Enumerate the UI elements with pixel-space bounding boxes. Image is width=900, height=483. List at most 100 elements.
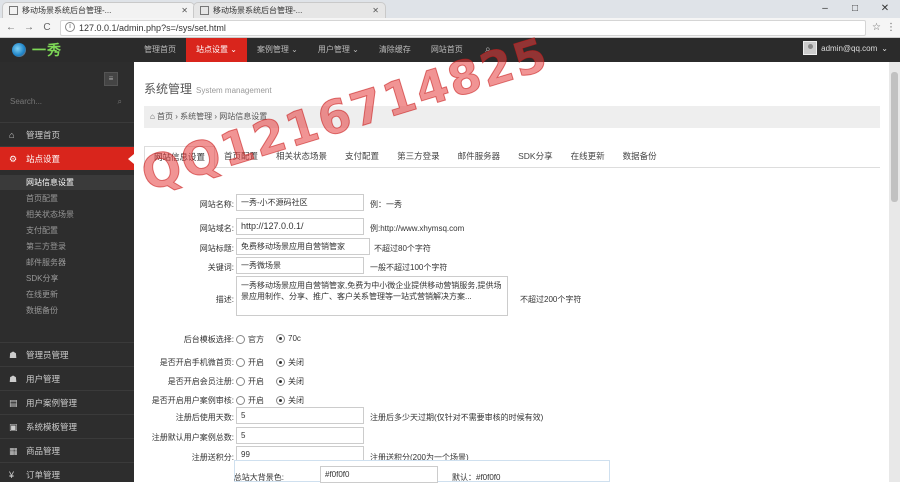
user-case-radio-on[interactable]: 开启 bbox=[236, 395, 264, 406]
sidebar-item-site-settings[interactable]: ⚙ 站点设置 bbox=[0, 146, 134, 170]
tab-online-update[interactable]: 在线更新 bbox=[562, 146, 614, 167]
default-count-input[interactable]: 5 bbox=[236, 427, 364, 444]
sidebar-item-admins[interactable]: ☗ 管理员管理 bbox=[0, 342, 134, 366]
forward-icon[interactable]: → bbox=[22, 22, 36, 33]
topnav-item-users[interactable]: 用户管理 ⌄ bbox=[308, 38, 369, 62]
browser-tab[interactable]: 移动场景系统后台管理-... ✕ bbox=[193, 2, 386, 18]
sidebar-item-users[interactable]: ☗ 用户管理 bbox=[0, 366, 134, 390]
sidebar-subitem-online-update[interactable]: 在线更新 bbox=[0, 287, 134, 302]
sidebar-subitem-mail-server[interactable]: 邮件服务器 bbox=[0, 255, 134, 270]
site-title-input[interactable]: 免费移动场景应用自营销管家 bbox=[236, 238, 370, 255]
scrollbar[interactable] bbox=[889, 62, 900, 482]
sidebar-subitem-scenes[interactable]: 相关状态场景 bbox=[0, 207, 134, 222]
close-window-button[interactable]: ✕ bbox=[870, 0, 900, 18]
theme-radio-70c[interactable]: 70c bbox=[276, 334, 301, 343]
user-menu[interactable]: admin@qq.com ⌄ bbox=[803, 41, 888, 55]
tab-third-party-login[interactable]: 第三方登录 bbox=[388, 146, 449, 167]
keywords-input[interactable]: 一秀微场景 bbox=[236, 257, 364, 274]
user-case-radio-off[interactable]: 关闭 bbox=[276, 395, 304, 406]
member-reg-radio-off[interactable]: 关闭 bbox=[276, 376, 304, 387]
theme-radio-official[interactable]: 官方 bbox=[236, 334, 264, 345]
radio-label: 关闭 bbox=[288, 396, 304, 405]
tab-scenes[interactable]: 相关状态场景 bbox=[267, 146, 336, 167]
reload-icon[interactable]: C bbox=[40, 22, 54, 33]
tab-mail-server[interactable]: 邮件服务器 bbox=[449, 146, 510, 167]
radio-label: 开启 bbox=[248, 358, 264, 367]
tab-payment[interactable]: 支付配置 bbox=[336, 146, 388, 167]
sidebar: ≡ Search... ⌕ ⌂ 管理首页 ⚙ 站点设置 网站信息设置 首页配置 … bbox=[0, 62, 134, 482]
sidebar-item-label: 站点设置 bbox=[26, 154, 61, 164]
reg-days-input[interactable]: 5 bbox=[236, 407, 364, 424]
browser-menu-icon[interactable]: ⋮ bbox=[886, 22, 900, 33]
member-reg-radio-on[interactable]: 开启 bbox=[236, 376, 264, 387]
user-icon: ☗ bbox=[9, 374, 18, 384]
mobile-home-radio-off[interactable]: 关闭 bbox=[276, 357, 304, 368]
tab-site-info[interactable]: 网站信息设置 bbox=[144, 146, 216, 168]
tab-sdk-share[interactable]: SDK分享 bbox=[509, 146, 561, 167]
sidebar-subitem-payment[interactable]: 支付配置 bbox=[0, 223, 134, 238]
sidebar-subitem-data-backup[interactable]: 数据备份 bbox=[0, 303, 134, 318]
sidebar-item-label: 管理员管理 bbox=[26, 350, 69, 360]
minimize-button[interactable]: – bbox=[810, 0, 840, 18]
bookmark-star-icon[interactable]: ☆ bbox=[872, 22, 886, 33]
radio-label: 70c bbox=[288, 334, 301, 343]
member-reg-label: 是否开启会员注册: bbox=[167, 377, 234, 386]
topnav-item-site-settings[interactable]: 站点设置 ⌄ bbox=[186, 38, 247, 62]
radio-label: 官方 bbox=[248, 335, 264, 344]
radio-icon bbox=[236, 377, 245, 386]
search-icon[interactable]: ⌕ bbox=[473, 38, 503, 62]
scrollbar-thumb[interactable] bbox=[891, 72, 898, 202]
sidebar-item-user-cases[interactable]: ▤ 用户案例管理 bbox=[0, 390, 134, 414]
site-url-input[interactable]: http://127.0.0.1/ bbox=[236, 218, 364, 235]
page-title-en: System management bbox=[196, 86, 272, 95]
avatar bbox=[803, 41, 818, 55]
sidebar-toggle-button[interactable]: ≡ bbox=[104, 72, 118, 86]
description-textarea[interactable]: 一秀移动场景应用自营销管家,免费为中小微企业提供移动营销服务,提供场景应用制作、… bbox=[236, 276, 508, 316]
radio-checked-icon bbox=[276, 377, 285, 386]
search-icon[interactable]: ⌕ bbox=[118, 94, 122, 110]
tab-data-backup[interactable]: 数据备份 bbox=[614, 146, 666, 167]
maximize-button[interactable]: □ bbox=[840, 0, 870, 18]
radio-checked-icon bbox=[276, 396, 285, 405]
main-area: 系统管理 System management ⌂ 首页 › 系统管理 › 网站信息… bbox=[134, 62, 900, 483]
browser-tab[interactable]: 移动场景系统后台管理-... ✕ bbox=[2, 2, 195, 18]
sidebar-search-input[interactable]: Search... ⌕ bbox=[10, 94, 122, 110]
logo[interactable]: 一秀 bbox=[0, 38, 134, 62]
site-title-label: 网站标题: bbox=[199, 244, 234, 253]
bg-color-input[interactable]: #f0f0f0 bbox=[320, 466, 438, 483]
sidebar-item-goods[interactable]: ▦ 商品管理 bbox=[0, 438, 134, 462]
site-url-label: 网站域名: bbox=[199, 224, 234, 233]
close-icon[interactable]: ✕ bbox=[177, 6, 188, 15]
sidebar-item-templates[interactable]: ▣ 系统模板管理 bbox=[0, 414, 134, 438]
sidebar-item-label: 订单管理 bbox=[26, 470, 61, 480]
gears-icon: ⚙ bbox=[9, 154, 18, 164]
sidebar-subitem-sdk-share[interactable]: SDK分享 bbox=[0, 271, 134, 286]
radio-icon bbox=[236, 335, 245, 344]
home-icon: ⌂ bbox=[9, 130, 15, 140]
radio-label: 开启 bbox=[248, 377, 264, 386]
sidebar-subitem-home-config[interactable]: 首页配置 bbox=[0, 191, 134, 206]
url-input[interactable]: i 127.0.0.1/admin.php?s=/sys/set.html bbox=[60, 19, 866, 36]
sidebar-item-label: 系统模板管理 bbox=[26, 422, 78, 432]
sidebar-item-orders[interactable]: ¥ 订单管理 bbox=[0, 462, 134, 482]
topnav-item-clear-cache[interactable]: 清除缓存 bbox=[369, 38, 421, 62]
content-panel: 系统管理 System management ⌂ 首页 › 系统管理 › 网站信息… bbox=[134, 62, 889, 483]
sidebar-subitem-third-party-login[interactable]: 第三方登录 bbox=[0, 239, 134, 254]
close-icon[interactable]: ✕ bbox=[368, 6, 379, 15]
radio-label: 开启 bbox=[248, 396, 264, 405]
sidebar-subitem-site-info[interactable]: 网站信息设置 bbox=[0, 175, 134, 190]
page-title: 系统管理 System management bbox=[144, 80, 272, 97]
topnav-item-site-home[interactable]: 网站首页 bbox=[421, 38, 473, 62]
mobile-home-radio-on[interactable]: 开启 bbox=[236, 357, 264, 368]
tab-home-config[interactable]: 首页配置 bbox=[215, 146, 267, 167]
sidebar-item-label: 用户案例管理 bbox=[26, 398, 78, 408]
topnav-item-home[interactable]: 管理首页 bbox=[134, 38, 186, 62]
user-email: admin@qq.com bbox=[821, 43, 878, 53]
back-icon[interactable]: ← bbox=[4, 22, 18, 33]
sidebar-item-home[interactable]: ⌂ 管理首页 bbox=[0, 122, 134, 146]
browser-tab-title: 移动场景系统后台管理-... bbox=[22, 6, 112, 15]
breadcrumb[interactable]: ⌂ 首页 › 系统管理 › 网站信息设置 bbox=[144, 106, 880, 128]
site-name-input[interactable]: 一秀-小不源码社区 bbox=[236, 194, 364, 211]
topnav-item-cases[interactable]: 案例管理 ⌄ bbox=[247, 38, 308, 62]
info-icon[interactable]: i bbox=[65, 21, 75, 32]
